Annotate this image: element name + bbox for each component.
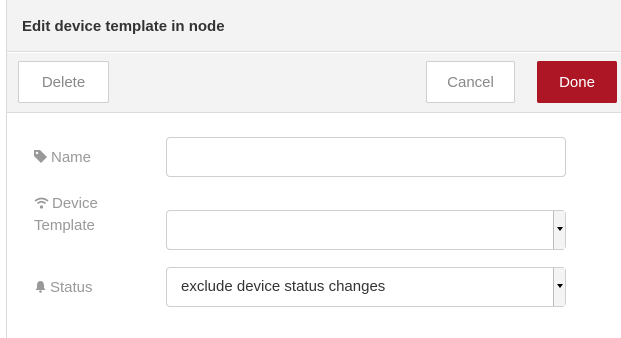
- name-label: Name: [34, 147, 91, 169]
- bell-icon: [34, 278, 47, 299]
- device-template-label: Device Template: [34, 193, 98, 236]
- device-template-select[interactable]: [166, 210, 566, 250]
- tray-header: Edit device template in node: [7, 0, 621, 52]
- device-template-dropdown-toggle[interactable]: [553, 211, 565, 249]
- done-button[interactable]: Done: [537, 61, 617, 103]
- status-selected: exclude device status changes: [181, 278, 386, 295]
- tag-icon: [34, 148, 48, 169]
- device-template-label-line1: Device: [52, 195, 98, 212]
- form-row-name: Name: [7, 137, 621, 179]
- tray-toolbar: Delete Cancel Done: [7, 53, 621, 113]
- delete-button[interactable]: Delete: [18, 61, 109, 103]
- status-label: Status: [34, 277, 93, 299]
- status-label-text: Status: [50, 279, 93, 296]
- tray-title: Edit device template in node: [22, 18, 225, 35]
- status-select[interactable]: exclude device status changes: [166, 267, 566, 307]
- edit-tray: Edit device template in node Delete Canc…: [0, 0, 621, 338]
- name-label-text: Name: [51, 149, 92, 166]
- name-input[interactable]: [166, 137, 566, 177]
- form-row-status: Status exclude device status changes: [7, 267, 621, 309]
- wifi-icon: [34, 194, 49, 215]
- device-template-label-line2: Template: [34, 216, 95, 234]
- form-row-device-template: Device Template: [7, 193, 621, 251]
- chevron-down-icon: [557, 284, 563, 288]
- cancel-button[interactable]: Cancel: [426, 61, 515, 103]
- status-dropdown-toggle[interactable]: [553, 268, 565, 306]
- chevron-down-icon: [557, 227, 563, 231]
